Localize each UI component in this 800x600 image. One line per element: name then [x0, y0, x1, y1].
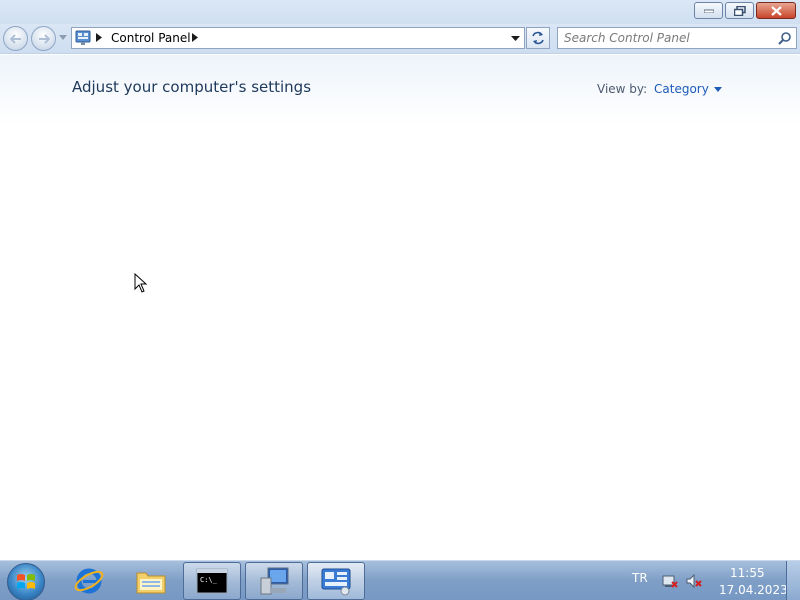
back-arrow-icon: [9, 33, 21, 44]
volume-muted-icon[interactable]: [686, 573, 702, 589]
clock-time[interactable]: 11:55: [730, 566, 765, 580]
minimize-icon: [703, 9, 714, 13]
recent-pages-dropdown-icon[interactable]: [59, 35, 67, 40]
taskbar-windows-explorer[interactable]: [122, 562, 180, 600]
window-titlebar[interactable]: [0, 0, 800, 24]
close-icon: [770, 5, 782, 16]
view-by-value[interactable]: Category: [654, 82, 709, 96]
cmd-icon: C:\_: [196, 568, 228, 594]
navigation-bar: Control Panel: [0, 24, 800, 54]
breadcrumb-control-panel[interactable]: Control Panel: [111, 31, 191, 45]
ie-icon: [74, 568, 104, 594]
clock-date[interactable]: 17.04.2023: [719, 583, 788, 597]
search-icon[interactable]: [778, 31, 792, 45]
svg-text:C:\_: C:\_: [200, 576, 218, 584]
chevron-down-icon[interactable]: [713, 86, 722, 92]
restore-icon: [733, 5, 746, 16]
control-panel-content: Adjust your computer's settings View by:…: [0, 55, 800, 560]
view-by-label: View by:: [597, 82, 648, 96]
address-history-dropdown-icon[interactable]: [511, 36, 520, 41]
refresh-icon: [532, 31, 544, 45]
control-panel-icon: [321, 568, 351, 596]
language-indicator[interactable]: TR: [632, 571, 648, 585]
back-button[interactable]: [3, 26, 28, 51]
show-desktop-button[interactable]: [786, 561, 800, 600]
mouse-cursor-icon: [134, 273, 148, 293]
taskbar-computer[interactable]: [245, 562, 303, 600]
breadcrumb-arrow-icon[interactable]: [192, 33, 198, 42]
windows-logo-icon: [17, 574, 35, 589]
taskbar-internet-explorer[interactable]: [60, 562, 118, 600]
search-box[interactable]: [557, 27, 797, 49]
view-by-dropdown[interactable]: Category: [654, 82, 722, 96]
search-input[interactable]: [564, 31, 772, 45]
window-controls: [692, 2, 796, 19]
minimize-button[interactable]: [694, 2, 723, 19]
control-panel-icon: [75, 30, 91, 45]
taskbar-command-prompt[interactable]: C:\_: [183, 562, 241, 600]
folder-icon: [136, 572, 166, 594]
address-bar[interactable]: Control Panel: [71, 27, 525, 49]
computer-icon: [260, 567, 289, 595]
taskbar: C:\_ TR 11:55 17.04.2023: [0, 560, 800, 600]
breadcrumb-arrow-icon[interactable]: [96, 33, 102, 42]
forward-arrow-icon: [38, 33, 50, 44]
restore-button[interactable]: [725, 2, 754, 19]
refresh-button[interactable]: [526, 27, 550, 49]
forward-button[interactable]: [31, 26, 56, 51]
network-disconnected-icon[interactable]: [662, 573, 678, 589]
close-button[interactable]: [756, 2, 796, 19]
taskbar-control-panel[interactable]: [307, 562, 365, 600]
page-title: Adjust your computer's settings: [72, 78, 312, 96]
start-button[interactable]: [7, 563, 45, 600]
